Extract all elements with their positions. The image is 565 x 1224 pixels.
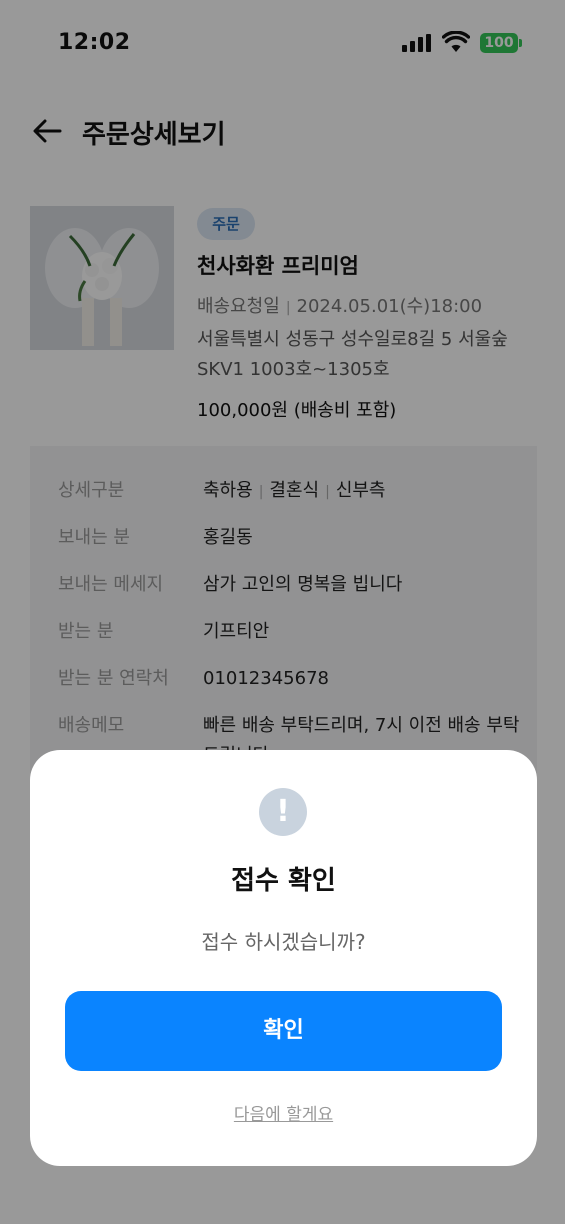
confirm-button[interactable]: 확인 (65, 991, 502, 1071)
dialog-title: 접수 확인 (231, 866, 336, 896)
exclamation-icon: ! (259, 788, 307, 836)
confirm-dialog: ! 접수 확인 접수 하시겠습니까? 확인 다음에 할게요 (30, 750, 537, 1166)
later-link[interactable]: 다음에 할게요 (30, 1100, 537, 1125)
order-detail-screen: 12:02 100 주문상세보기 주문 천사화환 프리미엄 배송요청일 | 20… (0, 0, 565, 1224)
dialog-message: 접수 하시겠습니까? (201, 930, 366, 954)
